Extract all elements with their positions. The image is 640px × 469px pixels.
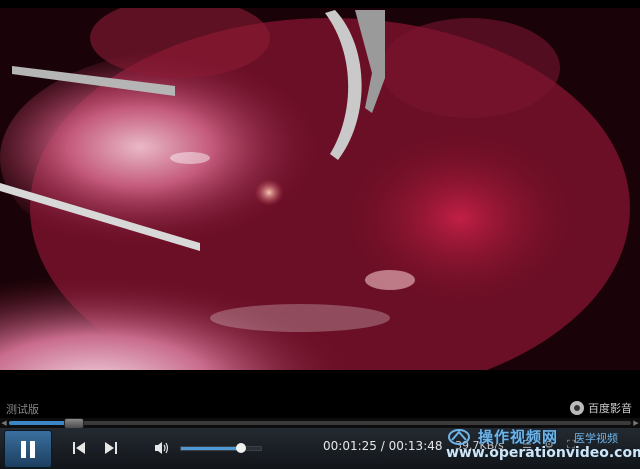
brand-name: 百度影音	[588, 402, 632, 415]
film-reel-icon	[570, 401, 584, 415]
time-display: 00:01:25 / 00:13:48	[323, 439, 443, 453]
seek-bar[interactable]: ◀ ▶	[0, 418, 640, 429]
settings-icon[interactable]: ⚙	[542, 438, 556, 452]
extra-controls: ☰ ⚙ ⛶	[520, 438, 578, 452]
seek-track[interactable]	[9, 418, 631, 429]
current-time: 00:01:25	[323, 439, 377, 453]
next-button[interactable]	[100, 436, 122, 460]
total-time: 00:13:48	[388, 439, 443, 453]
video-area[interactable]	[0, 0, 640, 398]
volume-button[interactable]	[151, 436, 173, 460]
video-frame[interactable]	[0, 8, 640, 370]
volume-slider[interactable]	[180, 443, 262, 453]
seek-right-arrow-icon[interactable]: ▶	[632, 418, 640, 428]
volume-thumb[interactable]	[236, 443, 246, 453]
surgical-video-image	[0, 8, 640, 370]
control-bar: 00:01:25 / 00:13:48 39.7KB/s ☰ ⚙ ⛶	[0, 428, 640, 469]
speaker-icon	[155, 442, 169, 454]
previous-button[interactable]	[68, 436, 90, 460]
next-track-icon	[105, 442, 117, 454]
download-rate: 39.7KB/s	[455, 439, 504, 452]
video-player: 测试版 百度影音 ◀ ▶ 00:01:25 / 00:13:48 39.7KB/…	[0, 0, 640, 469]
pause-button[interactable]	[4, 430, 52, 468]
fullscreen-icon[interactable]: ⛶	[564, 438, 578, 452]
time-separator: /	[380, 439, 385, 453]
seek-left-arrow-icon[interactable]: ◀	[0, 418, 8, 428]
trial-version-label: 测试版	[6, 403, 39, 416]
previous-track-icon	[73, 442, 85, 454]
pause-icon	[21, 440, 26, 458]
brand-logo: 百度影音	[570, 400, 632, 416]
playlist-icon[interactable]: ☰	[520, 438, 534, 452]
volume-fill	[181, 447, 241, 450]
info-strip: 测试版 百度影音	[0, 398, 640, 418]
